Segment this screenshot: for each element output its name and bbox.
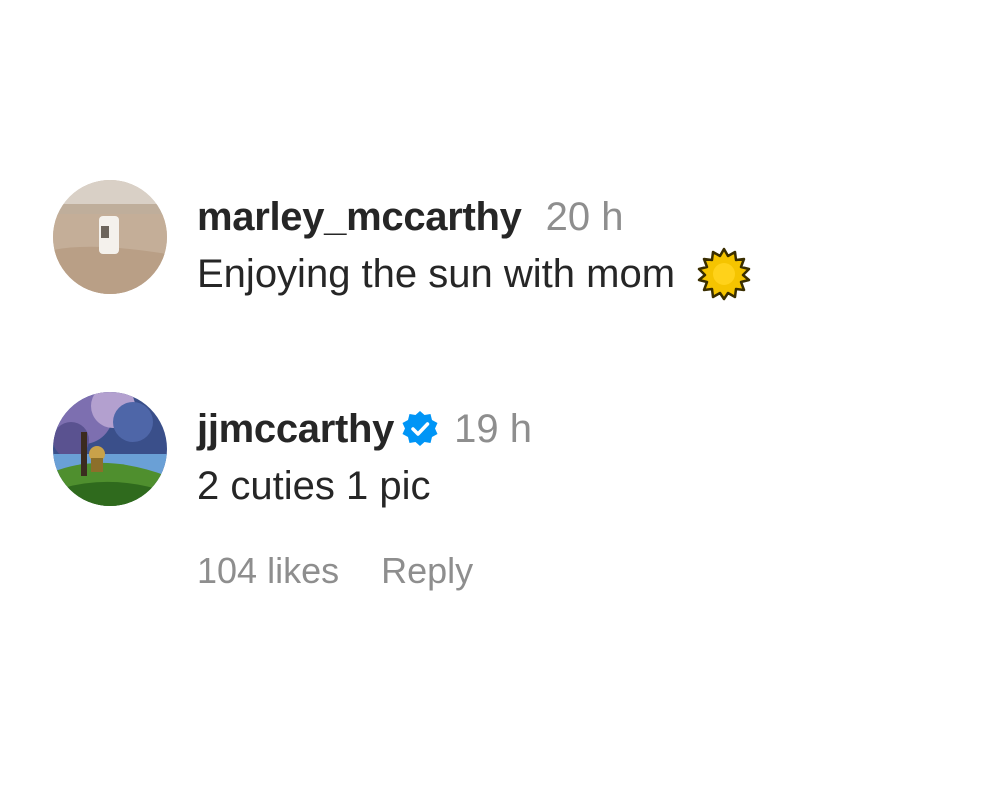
- username[interactable]: marley_mccarthy: [197, 195, 522, 240]
- avatar-image: [53, 392, 167, 506]
- avatar[interactable]: [53, 180, 167, 294]
- timestamp[interactable]: 19 h: [454, 407, 532, 452]
- comment-text: Enjoying the sun with mom: [197, 251, 676, 296]
- username[interactable]: jjmccarthy: [197, 407, 394, 452]
- comment-text: 2 cuties 1 pic: [197, 463, 431, 508]
- verified-badge-icon: [400, 409, 440, 449]
- timestamp[interactable]: 20 h: [546, 195, 624, 240]
- sun-icon: [697, 247, 751, 301]
- reply-button[interactable]: Reply: [381, 550, 473, 592]
- avatar-image: [53, 180, 167, 294]
- comment-item: jjmccarthy 19 h 2 cuties 1 pic 104 likes…: [53, 392, 532, 592]
- likes-count[interactable]: 104 likes: [197, 550, 339, 592]
- avatar[interactable]: [53, 392, 167, 506]
- comment-item: marley_mccarthy 20 h Enjoying the sun wi…: [53, 180, 751, 301]
